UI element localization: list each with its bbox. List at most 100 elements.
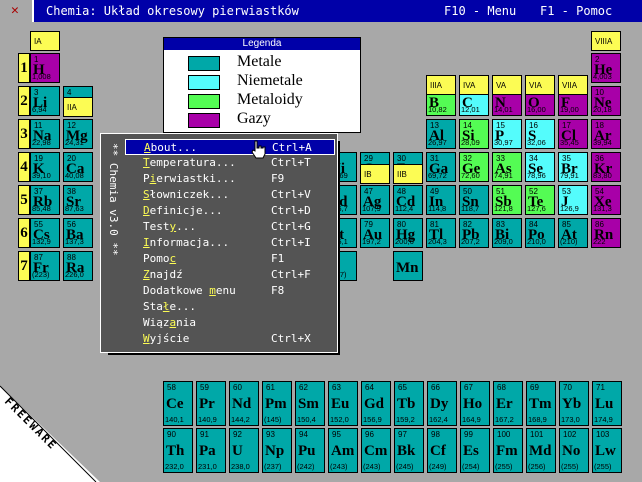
element-cell[interactable]: 52 Te 127,6	[525, 185, 555, 215]
element-cell[interactable]: 71 Lu 174,9	[592, 381, 622, 426]
element-cell[interactable]: 15 P 30,97	[492, 119, 522, 149]
element-cell[interactable]: 66 Dy 162,4	[427, 381, 457, 426]
element-cell[interactable]: 10 Ne 20,18	[591, 86, 621, 116]
element-cell[interactable]: 53 J 126,9	[558, 185, 588, 215]
menu-item[interactable]: Słowniczek... Ctrl+V	[125, 187, 335, 203]
atomic-mass: 69,72	[428, 171, 447, 180]
element-cell[interactable]: 88 Ra 226,0	[63, 251, 93, 281]
element-cell[interactable]: 95 Am (243)	[328, 428, 358, 473]
element-cell[interactable]: 64 Gd 156,9	[361, 381, 391, 426]
menu-item[interactable]: Temperatura... Ctrl+T	[125, 155, 335, 171]
element-cell[interactable]: 17 Cl 35,45	[558, 119, 588, 149]
element-cell[interactable]: 47 Ag 107,9	[360, 185, 390, 215]
element-cell[interactable]: 61 Pm (145)	[262, 381, 292, 426]
element-cell[interactable]: 16 S 32,06	[525, 119, 555, 149]
element-cell[interactable]: 3 Li 6,94	[30, 86, 60, 116]
element-cell[interactable]: 99 Es (254)	[460, 428, 490, 473]
element-cell[interactable]: 12 Mg 24,31	[63, 119, 93, 149]
menu-item[interactable]: Testy... Ctrl+G	[125, 219, 335, 235]
element-cell[interactable]: 84 Po 210,0	[525, 218, 555, 248]
element-cell[interactable]: 49 In 114,8	[426, 185, 456, 215]
element-cell[interactable]: 56 Ba 137,3	[63, 218, 93, 248]
menu-item-label: Wyjście	[143, 332, 190, 345]
element-cell[interactable]: 102 No (255)	[559, 428, 589, 473]
element-cell[interactable]: 31 Ga 69,72	[426, 152, 456, 182]
element-cell[interactable]: 50 Sn 118,7	[459, 185, 489, 215]
element-cell[interactable]: 14 Si 28,09	[459, 119, 489, 149]
element-cell[interactable]: 90 Th 232,0	[163, 428, 193, 473]
element-cell[interactable]: 67 Ho 164,9	[460, 381, 490, 426]
element-cell[interactable]: 54 Xe 131,3	[591, 185, 621, 215]
element-cell[interactable]: 55 Cs 132,9	[30, 218, 60, 248]
element-cell[interactable]: 65 Tb 159,2	[394, 381, 424, 426]
element-cell[interactable]: 94 Pu (242)	[295, 428, 325, 473]
element-symbol: Dy	[430, 396, 449, 412]
period-label: 3	[18, 119, 30, 149]
element-cell[interactable]: 100 Fm (255)	[493, 428, 523, 473]
menu-item[interactable]: Informacja... Ctrl+I	[125, 235, 335, 251]
element-cell[interactable]: 81 Tl 204,3	[426, 218, 456, 248]
menu-item[interactable]: Wiązania	[125, 315, 335, 331]
element-cell[interactable]: 59 Pr 140,9	[196, 381, 226, 426]
element-cell[interactable]: 34 Se 78,96	[525, 152, 555, 182]
element-cell[interactable]: 86 Rn 222	[591, 218, 621, 248]
menu-item[interactable]: Stałe...	[125, 299, 335, 315]
menu-item[interactable]: Znajdź Ctrl+F	[125, 267, 335, 283]
menu-key-hint[interactable]: F10 - Menu	[444, 4, 516, 18]
help-key-hint[interactable]: F1 - Pomoc	[540, 4, 612, 18]
menu-item[interactable]: Dodatkowe menu F8	[125, 283, 335, 299]
element-cell[interactable]: 11 Na 22,98	[30, 119, 60, 149]
menu-hotkey-letter: S	[143, 188, 150, 201]
element-cell[interactable]: 63 Eu 152,0	[328, 381, 358, 426]
element-cell[interactable]: 83 Bi 209,0	[492, 218, 522, 248]
menu-item[interactable]: Pierwiastki... F9	[125, 171, 335, 187]
atomic-mass: 28,09	[461, 138, 480, 147]
element-cell[interactable]: 13 Al 26,97	[426, 119, 456, 149]
element-cell[interactable]: 20 Ca 40,08	[63, 152, 93, 182]
element-cell[interactable]: 51 Sb 121,8	[492, 185, 522, 215]
element-cell[interactable]: 82 Pb 207,2	[459, 218, 489, 248]
element-cell[interactable]: 2 He 4,003	[591, 53, 621, 83]
element-cell[interactable]: 92 U 238,0	[229, 428, 259, 473]
system-menu-button[interactable]: ✕	[0, 0, 34, 22]
element-cell[interactable]: 97 Bk (245)	[394, 428, 424, 473]
atomic-mass: 24,31	[65, 138, 84, 147]
atomic-number: 96	[365, 430, 374, 439]
element-cell[interactable]: 60 Nd 144,2	[229, 381, 259, 426]
element-cell[interactable]: 18 Ar 39,94	[591, 119, 621, 149]
menu-item[interactable]: About... Ctrl+A	[125, 139, 335, 155]
element-cell[interactable]: 101 Md (256)	[526, 428, 556, 473]
element-cell[interactable]: 91 Pa 231,0	[196, 428, 226, 473]
atomic-mass: 164,9	[462, 415, 481, 424]
element-cell[interactable]: 62 Sm 150,4	[295, 381, 325, 426]
element-cell[interactable]: 38 Sr 87,63	[63, 185, 93, 215]
element-cell[interactable]: 32 Ge 72,60	[459, 152, 489, 182]
element-cell[interactable]: 70 Yb 173,0	[559, 381, 589, 426]
atomic-mass: (237)	[264, 462, 282, 471]
element-cell[interactable]: 93 Np (237)	[262, 428, 292, 473]
menu-item[interactable]: Pomoc F1	[125, 251, 335, 267]
element-cell[interactable]: Mn	[393, 251, 423, 281]
element-cell[interactable]: 48 Cd 112,4	[393, 185, 423, 215]
element-cell[interactable]: 37 Rb 85,48	[30, 185, 60, 215]
element-cell[interactable]: 68 Er 167,2	[493, 381, 523, 426]
element-cell[interactable]: 103 Lw (255)	[592, 428, 622, 473]
period-label: 5	[18, 185, 30, 215]
atomic-mass: (249)	[429, 462, 447, 471]
menu-item[interactable]: Definicje... Ctrl+D	[125, 203, 335, 219]
element-cell[interactable]: 36 Kr 83,80	[591, 152, 621, 182]
element-cell[interactable]: 33 As 74,91	[492, 152, 522, 182]
element-cell[interactable]: 58 Ce 140,1	[163, 381, 193, 426]
element-cell[interactable]: 96 Cm (243)	[361, 428, 391, 473]
element-cell[interactable]: 85 At (210)	[558, 218, 588, 248]
element-cell[interactable]: 35 Br 79,91	[558, 152, 588, 182]
menu-item[interactable]: Wyjście Ctrl+X	[125, 331, 335, 347]
element-cell[interactable]: 79 Au 197,2	[360, 218, 390, 248]
element-cell[interactable]: 87 Fr (223)	[30, 251, 60, 281]
element-cell[interactable]: 80 Hg 200,6	[393, 218, 423, 248]
atomic-mass: 22,98	[32, 138, 51, 147]
element-cell[interactable]: 98 Cf (249)	[427, 428, 457, 473]
element-cell[interactable]: 1 H 1,008	[30, 53, 60, 83]
element-cell[interactable]: 19 K 39,10	[30, 152, 60, 182]
element-cell[interactable]: 69 Tm 168,9	[526, 381, 556, 426]
